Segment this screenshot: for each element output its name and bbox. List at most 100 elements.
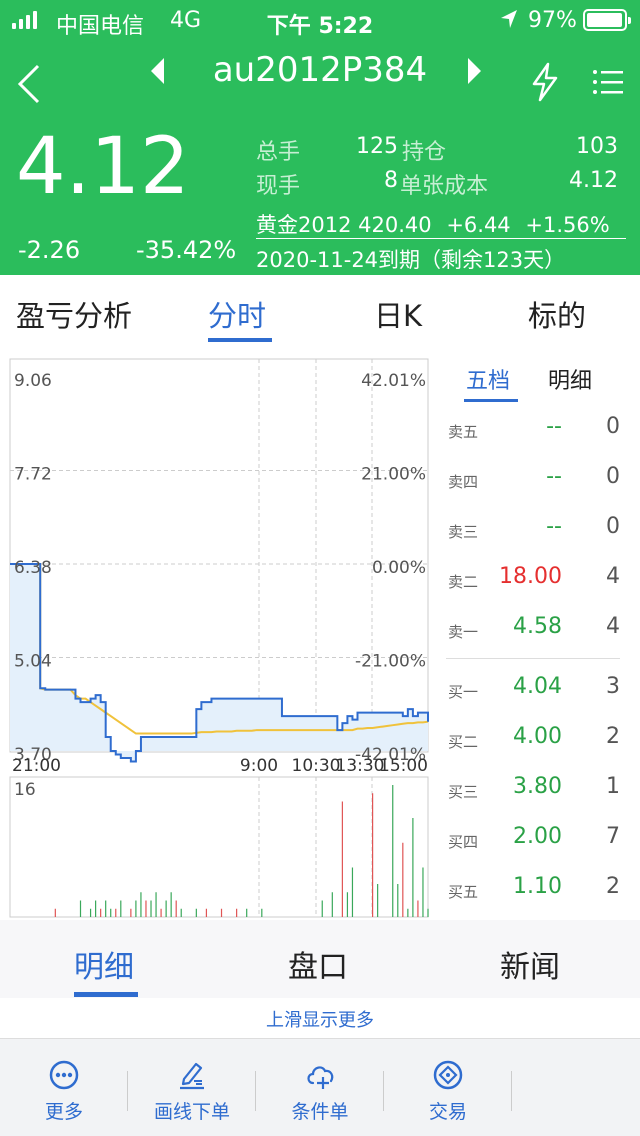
x-tick-label: 21:00: [12, 756, 61, 776]
volume-bar: [402, 842, 404, 917]
level-label: 卖一: [448, 623, 479, 641]
tab-five-levels[interactable]: 五档: [466, 363, 510, 395]
volume-bar: [417, 900, 419, 917]
volume-bar: [79, 900, 82, 917]
bid-level-4[interactable]: 买四 2.00 7: [446, 819, 624, 859]
volume-bar: [407, 908, 409, 917]
ask-level-1[interactable]: 卖五 -- 0: [446, 409, 624, 449]
volume-bar: [205, 908, 208, 917]
volume-bar: [105, 900, 107, 917]
y-tick-price: 6.38: [14, 558, 52, 578]
location-arrow-icon: [501, 10, 517, 28]
volume-bar: [170, 892, 172, 917]
level-label: 卖四: [448, 473, 479, 491]
more-button[interactable]: 更多: [0, 1039, 128, 1136]
active-tab-indicator: [208, 338, 272, 342]
bid-level-2[interactable]: 买二 4.00 2: [446, 719, 624, 759]
volume-bar: [135, 900, 137, 917]
y-tick-pct: 0.00%: [372, 558, 426, 578]
tab-details[interactable]: 明细: [74, 942, 134, 986]
tab-order-book[interactable]: 盘口: [288, 942, 348, 986]
orderbook-tab-indicator: [464, 399, 518, 402]
volume-bar: [160, 908, 162, 917]
x-tick-label: 13:30: [336, 756, 385, 776]
volume-bar: [422, 867, 424, 917]
tab-daily-k[interactable]: 日K: [374, 293, 422, 335]
ask-level-4[interactable]: 卖二 18.00 4: [446, 559, 624, 599]
volume-bar: [220, 908, 223, 917]
trade-diamond-icon: [433, 1060, 463, 1090]
bid-level-3[interactable]: 买三 3.80 1: [446, 769, 624, 809]
quote-header: 中国电信 4G 下午 5:22 97% au2012P384 4.12 -2.2…: [0, 0, 640, 275]
next-contract-icon[interactable]: [464, 56, 484, 86]
expiry-info: 2020-11-24到期（剩余123天）: [256, 248, 566, 272]
menu-list-icon[interactable]: [592, 66, 624, 98]
level-volume: 0: [606, 414, 620, 439]
level-price: 1.10: [513, 874, 562, 899]
volume-bar: [115, 908, 117, 917]
volume-bar: [140, 892, 142, 917]
battery-icon: [583, 9, 631, 31]
y-tick-price: 7.72: [14, 465, 52, 485]
level-volume: 1: [606, 774, 620, 799]
conditional-order-label: 条件单: [291, 1101, 349, 1123]
tab-pnl-analysis[interactable]: 盈亏分析: [16, 293, 132, 335]
open-interest-label: 持仓: [402, 140, 447, 165]
level-volume: 2: [606, 874, 620, 899]
underlying-name: 黄金2012: [256, 213, 352, 237]
flash-order-icon[interactable]: [528, 62, 562, 102]
volume-max-label: 16: [14, 780, 36, 800]
intraday-chart[interactable]: 9.06 42.01% 7.72 21.00% 6.38 0.00% 5.04 -21.00%…: [0, 345, 440, 920]
underlying-price: 420.40: [358, 213, 432, 237]
draw-line-order-button[interactable]: 画线下单: [128, 1039, 256, 1136]
level-volume: 7: [606, 824, 620, 849]
volume-bar: [351, 867, 354, 917]
volume-bar: [321, 900, 323, 917]
bottom-tab-indicator: [74, 992, 138, 997]
volume-bar: [397, 884, 399, 917]
level-label: 卖三: [448, 523, 479, 541]
tab-trade-details[interactable]: 明细: [548, 363, 592, 395]
trade-button[interactable]: 交易: [384, 1039, 512, 1136]
level-volume: 4: [606, 614, 620, 639]
price-change-pct: -35.42%: [136, 236, 237, 264]
pen-line-icon: [180, 1062, 204, 1090]
total-volume-label: 总手: [256, 140, 301, 165]
tab-underlying[interactable]: 标的: [528, 293, 586, 335]
level-label: 买四: [448, 833, 479, 851]
battery-percent: 97%: [528, 8, 577, 33]
volume-bar: [165, 900, 167, 917]
level-label: 买五: [448, 883, 479, 901]
level-price: 4.00: [513, 724, 562, 749]
swipe-up-hint[interactable]: 上滑显示更多: [0, 998, 640, 1038]
level-price: --: [546, 414, 562, 439]
more-label: 更多: [44, 1101, 83, 1123]
level-price: --: [546, 464, 562, 489]
volume-bar: [236, 908, 238, 917]
ask-level-3[interactable]: 卖三 -- 0: [446, 509, 624, 549]
tab-news[interactable]: 新闻: [500, 942, 560, 986]
level-price: 4.58: [513, 614, 562, 639]
volume-bar: [110, 908, 112, 917]
x-tick-label: 9:00: [240, 756, 278, 776]
unit-cost-label: 单张成本: [400, 174, 489, 199]
volume-panel-frame: [9, 776, 429, 918]
open-interest: 103: [576, 134, 618, 159]
ask-level-5[interactable]: 卖一 4.58 4: [446, 609, 624, 649]
level-label: 买一: [448, 683, 479, 701]
level-price: 2.00: [513, 824, 562, 849]
volume-bar: [195, 908, 197, 917]
volume-bar: [372, 793, 374, 917]
bottom-tabs: 明细 盘口 新闻: [0, 920, 640, 998]
ask-level-2[interactable]: 卖四 -- 0: [446, 459, 624, 499]
bid-level-5[interactable]: 买五 1.10 2: [446, 869, 624, 909]
tab-intraday[interactable]: 分时: [208, 293, 266, 335]
y-tick-pct: 21.00%: [361, 465, 426, 485]
level-label: 卖五: [448, 423, 479, 441]
volume-bar: [346, 892, 349, 917]
underlying-line[interactable]: 黄金2012 420.40 +6.44 +1.56%: [256, 209, 610, 239]
level-price: 18.00: [499, 564, 562, 589]
conditional-order-button[interactable]: 条件单: [256, 1039, 384, 1136]
bid-level-1[interactable]: 买一 4.04 3: [446, 669, 624, 709]
underlying-change-pct: +1.56%: [525, 213, 610, 237]
